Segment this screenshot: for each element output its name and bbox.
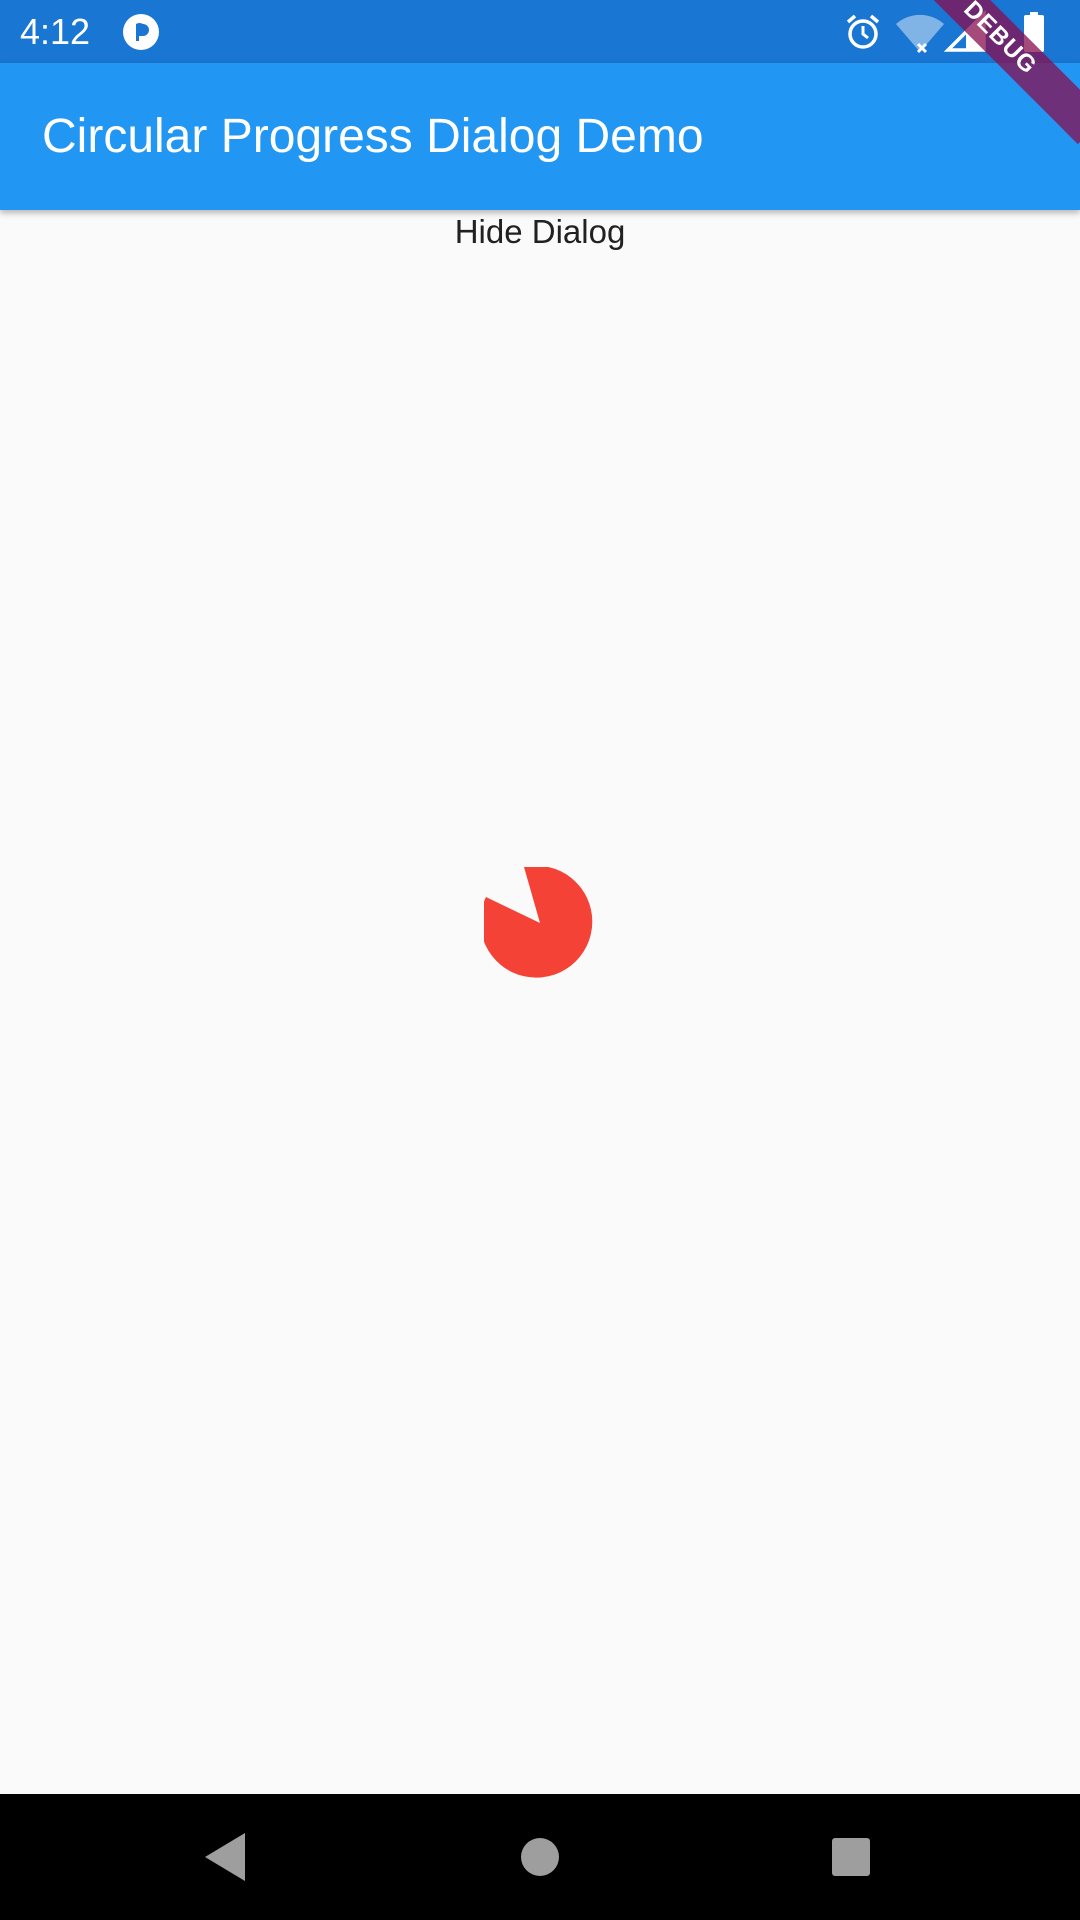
app-notification-icon [123,14,159,50]
hide-dialog-button[interactable]: Hide Dialog [0,210,1080,254]
main-content: Hide Dialog [0,210,1080,1794]
back-icon[interactable] [193,1823,261,1891]
home-icon[interactable] [506,1823,574,1891]
system-nav-bar [0,1794,1080,1920]
alarm-icon [846,14,880,49]
recents-icon[interactable] [817,1823,885,1891]
status-time: 4:12 [20,11,91,52]
app-title: Circular Progress Dialog Demo [42,110,704,163]
status-bar: 4:12 [0,0,1080,63]
progress-spinner-icon [484,867,593,978]
wifi-off-icon [896,14,944,54]
app-bar: Circular Progress Dialog Demo [0,63,1080,210]
